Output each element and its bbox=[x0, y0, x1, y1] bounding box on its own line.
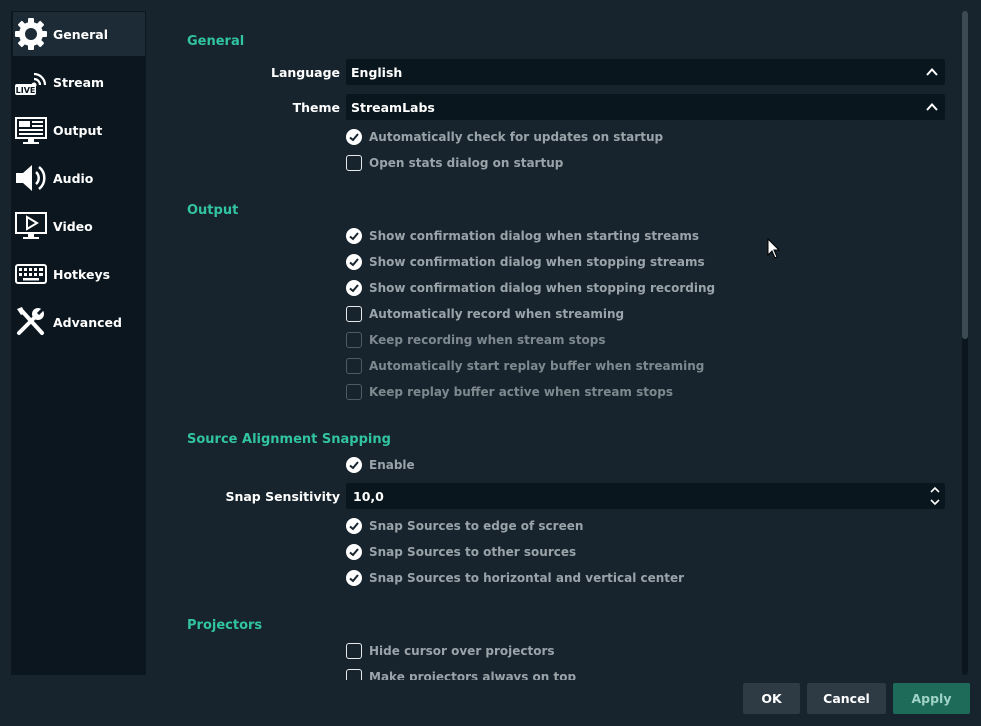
open-stats-checkbox[interactable]: Open stats dialog on startup bbox=[346, 154, 563, 172]
checkbox-label: Make projectors always on top bbox=[369, 670, 577, 680]
confirm-stop-stream-checkbox[interactable]: Show confirmation dialog when stopping s… bbox=[346, 253, 705, 271]
checkbox-label: Open stats dialog on startup bbox=[369, 156, 564, 170]
checkbox-box bbox=[346, 155, 362, 171]
spin-arrows-icon[interactable] bbox=[929, 485, 941, 507]
auto-record-checkbox[interactable]: Automatically record when streaming bbox=[346, 305, 624, 323]
snap-center-checkbox[interactable]: Snap Sources to horizontal and vertical … bbox=[346, 569, 684, 587]
checkbox-label: Automatically check for updates on start… bbox=[369, 130, 664, 144]
language-select[interactable]: English bbox=[346, 59, 945, 85]
vertical-scrollbar[interactable] bbox=[962, 11, 968, 675]
settings-content: General Language English Theme StreamLab… bbox=[146, 0, 960, 680]
chevron-up-icon bbox=[926, 68, 938, 76]
theme-select[interactable]: StreamLabs bbox=[346, 94, 945, 120]
checkmark-icon bbox=[346, 228, 362, 244]
sidebar-item-label: Hotkeys bbox=[53, 266, 111, 282]
auto-replay-buffer-checkbox: Automatically start replay buffer when s… bbox=[346, 357, 704, 375]
checkbox-box bbox=[346, 358, 362, 374]
sidebar-item-label: Advanced bbox=[53, 314, 122, 330]
checkmark-icon bbox=[346, 544, 362, 560]
checkbox-label: Show confirmation dialog when stopping s… bbox=[369, 255, 705, 269]
checkmark-icon bbox=[346, 518, 362, 534]
checkbox-label: Snap Sources to other sources bbox=[369, 545, 577, 559]
snap-sensitivity-label: Snap Sensitivity bbox=[225, 489, 340, 504]
sidebar-item-label: Output bbox=[53, 122, 103, 138]
chevron-up-icon bbox=[926, 103, 938, 111]
checkbox-label: Keep recording when stream stops bbox=[369, 333, 606, 347]
snap-sensitivity-spinbox[interactable]: 10,0 bbox=[346, 483, 945, 509]
sidebar-item-label: Audio bbox=[53, 170, 94, 186]
checkmark-icon bbox=[346, 280, 362, 296]
checkbox-box bbox=[346, 384, 362, 400]
snap-sources-checkbox[interactable]: Snap Sources to other sources bbox=[346, 543, 576, 561]
cancel-button[interactable]: Cancel bbox=[807, 683, 886, 714]
checkbox-label: Automatically start replay buffer when s… bbox=[369, 359, 705, 373]
checkbox-box bbox=[346, 306, 362, 322]
sidebar-item-output[interactable]: Output bbox=[13, 108, 145, 152]
keep-replay-buffer-checkbox: Keep replay buffer active when stream st… bbox=[346, 383, 673, 401]
checkbox-box bbox=[346, 643, 362, 659]
checkbox-box bbox=[346, 332, 362, 348]
checkbox-label: Show confirmation dialog when starting s… bbox=[369, 229, 699, 243]
keyboard-icon bbox=[13, 256, 49, 292]
checkmark-icon bbox=[346, 570, 362, 586]
snap-sensitivity-value: 10,0 bbox=[353, 489, 384, 504]
theme-value: StreamLabs bbox=[351, 100, 435, 115]
live-stream-icon: LIVE bbox=[13, 64, 49, 100]
checkbox-label: Snap Sources to edge of screen bbox=[369, 519, 584, 533]
sidebar-item-video[interactable]: Video bbox=[13, 204, 145, 248]
sidebar-item-label: General bbox=[53, 26, 108, 42]
sidebar-item-stream[interactable]: LIVE Stream bbox=[13, 60, 145, 104]
output-icon bbox=[13, 112, 49, 148]
checkbox-label: Snap Sources to horizontal and vertical … bbox=[369, 571, 685, 585]
checkbox-box bbox=[346, 669, 362, 680]
monitor-play-icon bbox=[13, 208, 49, 244]
language-value: English bbox=[351, 65, 403, 80]
checkbox-label: Automatically record when streaming bbox=[369, 307, 625, 321]
mouse-cursor-icon bbox=[767, 238, 781, 259]
section-title-projectors: Projectors bbox=[187, 618, 263, 633]
sidebar-item-label: Video bbox=[53, 218, 93, 234]
theme-label: Theme bbox=[292, 100, 340, 115]
checkbox-label: Hide cursor over projectors bbox=[369, 644, 555, 658]
gear-icon bbox=[13, 16, 49, 52]
checkbox-label: Show confirmation dialog when stopping r… bbox=[369, 281, 716, 295]
hide-cursor-projectors-checkbox[interactable]: Hide cursor over projectors bbox=[346, 642, 555, 660]
ok-button[interactable]: OK bbox=[743, 683, 800, 714]
apply-button[interactable]: Apply bbox=[893, 683, 970, 714]
keep-recording-checkbox: Keep recording when stream stops bbox=[346, 331, 606, 349]
language-label: Language bbox=[270, 65, 340, 80]
section-title-snapping: Source Alignment Snapping bbox=[187, 432, 391, 447]
projectors-on-top-checkbox[interactable]: Make projectors always on top bbox=[346, 668, 576, 680]
checkmark-icon bbox=[346, 129, 362, 145]
speaker-icon bbox=[13, 160, 49, 196]
sidebar-item-audio[interactable]: Audio bbox=[13, 156, 145, 200]
checkbox-label: Keep replay buffer active when stream st… bbox=[369, 385, 673, 399]
sidebar-item-advanced[interactable]: Advanced bbox=[13, 300, 145, 344]
settings-sidebar: General LIVE Stream Output Audio Video H… bbox=[11, 11, 146, 675]
svg-text:LIVE: LIVE bbox=[16, 86, 36, 95]
checkmark-icon bbox=[346, 254, 362, 270]
confirm-start-stream-checkbox[interactable]: Show confirmation dialog when starting s… bbox=[346, 227, 699, 245]
check-updates-checkbox[interactable]: Automatically check for updates on start… bbox=[346, 128, 663, 146]
sidebar-item-general[interactable]: General bbox=[13, 12, 145, 56]
scrollbar-thumb[interactable] bbox=[962, 11, 968, 339]
checkbox-label: Enable bbox=[369, 458, 415, 472]
checkmark-icon bbox=[346, 457, 362, 473]
section-title-general: General bbox=[187, 34, 245, 49]
sidebar-item-label: Stream bbox=[53, 74, 105, 90]
snapping-enable-checkbox[interactable]: Enable bbox=[346, 456, 415, 474]
section-title-output: Output bbox=[187, 203, 239, 218]
tools-icon bbox=[13, 304, 49, 340]
snap-edge-checkbox[interactable]: Snap Sources to edge of screen bbox=[346, 517, 583, 535]
confirm-stop-recording-checkbox[interactable]: Show confirmation dialog when stopping r… bbox=[346, 279, 715, 297]
sidebar-item-hotkeys[interactable]: Hotkeys bbox=[13, 252, 145, 296]
